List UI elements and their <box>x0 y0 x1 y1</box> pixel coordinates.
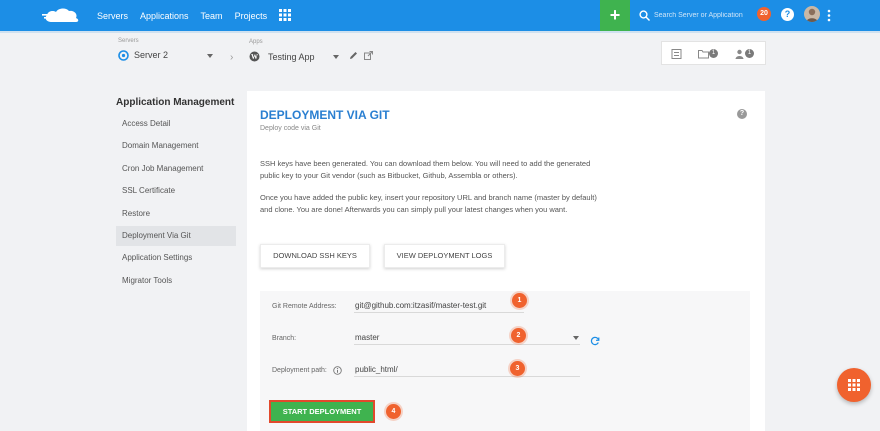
step-3-badge: 3 <box>510 361 525 376</box>
page-subtitle: Deploy code via Git <box>260 125 321 132</box>
svg-text:W: W <box>251 53 258 61</box>
users-icon[interactable] <box>734 49 745 59</box>
sidebar-item-ssl-certificate[interactable]: SSL Certificate <box>116 181 236 201</box>
info-icon[interactable] <box>333 366 342 375</box>
notifications-badge[interactable]: 20 <box>757 7 771 21</box>
wordpress-icon: W <box>249 51 260 62</box>
deployment-path-input[interactable] <box>354 363 580 377</box>
sidebar-item-application-settings[interactable]: Application Settings <box>116 248 236 268</box>
avatar-person-icon <box>806 8 818 22</box>
server-dropdown-icon[interactable] <box>207 54 213 58</box>
git-remote-input[interactable] <box>354 299 524 313</box>
help-icon[interactable]: ? <box>781 8 794 21</box>
avatar[interactable] <box>804 6 820 22</box>
deployment-path-label: Deployment path: <box>272 367 327 374</box>
card-help-icon[interactable]: ? <box>737 109 747 119</box>
grid-icon <box>848 379 860 391</box>
branch-dropdown-icon[interactable] <box>573 336 579 340</box>
floating-menu-button[interactable] <box>837 368 871 402</box>
step-4-badge: 4 <box>386 404 401 419</box>
add-button[interactable]: + <box>600 0 630 31</box>
nav-projects[interactable]: Projects <box>235 11 268 21</box>
breadcrumb-chevron-icon: › <box>230 52 234 63</box>
sidebar-item-restore[interactable]: Restore <box>116 204 236 224</box>
refresh-icon[interactable] <box>590 336 600 346</box>
sidebar-item-migrator-tools[interactable]: Migrator Tools <box>116 271 236 291</box>
git-remote-label: Git Remote Address: <box>272 303 337 310</box>
external-link-icon[interactable] <box>364 51 373 60</box>
sidebar-title: Application Management <box>116 97 235 108</box>
branch-label: Branch: <box>272 335 297 342</box>
list-icon[interactable] <box>671 49 682 59</box>
users-badge: 1 <box>745 49 754 58</box>
sidebar-item-access-detail[interactable]: Access Detail <box>116 114 236 134</box>
search-input[interactable] <box>654 8 750 22</box>
app-selector[interactable]: Testing App <box>268 52 315 62</box>
branch-select[interactable]: master <box>354 331 580 345</box>
sidebar-item-deployment-via-git[interactable]: Deployment Via Git <box>116 226 236 246</box>
nav-servers[interactable]: Servers <box>97 11 128 21</box>
search-icon <box>639 10 650 21</box>
top-divider <box>0 31 880 33</box>
files-badge: 1 <box>709 49 718 58</box>
start-deployment-button[interactable]: START DEPLOYMENT <box>269 400 375 423</box>
step-1-badge: 1 <box>512 293 527 308</box>
apps-grid-icon[interactable] <box>279 9 291 21</box>
page-title: DEPLOYMENT VIA GIT <box>260 108 390 122</box>
step-2-badge: 2 <box>511 328 526 343</box>
nav-applications[interactable]: Applications <box>140 11 189 21</box>
cloudways-logo[interactable] <box>42 6 84 26</box>
sidebar-item-domain-management[interactable]: Domain Management <box>116 136 236 156</box>
edit-icon[interactable] <box>349 51 358 60</box>
instructions-text: Once you have added the public key, inse… <box>260 193 597 214</box>
server-label: Servers <box>118 38 139 44</box>
download-ssh-keys-button[interactable]: DOWNLOAD SSH KEYS <box>260 244 370 268</box>
ssh-info-text: SSH keys have been generated. You can do… <box>260 159 591 180</box>
folder-icon[interactable] <box>698 49 709 59</box>
deployment-card: DEPLOYMENT VIA GIT Deploy code via Git ?… <box>247 91 765 431</box>
view-deployment-logs-button[interactable]: VIEW DEPLOYMENT LOGS <box>384 244 505 268</box>
more-menu-icon[interactable] <box>827 9 831 22</box>
app-tools-panel: 1 1 <box>661 41 766 65</box>
nav-team[interactable]: Team <box>201 11 223 21</box>
sidebar-item-cron-job-management[interactable]: Cron Job Management <box>116 159 236 179</box>
app-label: Apps <box>249 39 263 45</box>
server-icon <box>118 50 129 61</box>
top-navbar: Servers Applications Team Projects + 20 … <box>0 0 880 31</box>
app-dropdown-icon[interactable] <box>333 55 339 59</box>
server-selector[interactable]: Server 2 <box>134 50 168 60</box>
